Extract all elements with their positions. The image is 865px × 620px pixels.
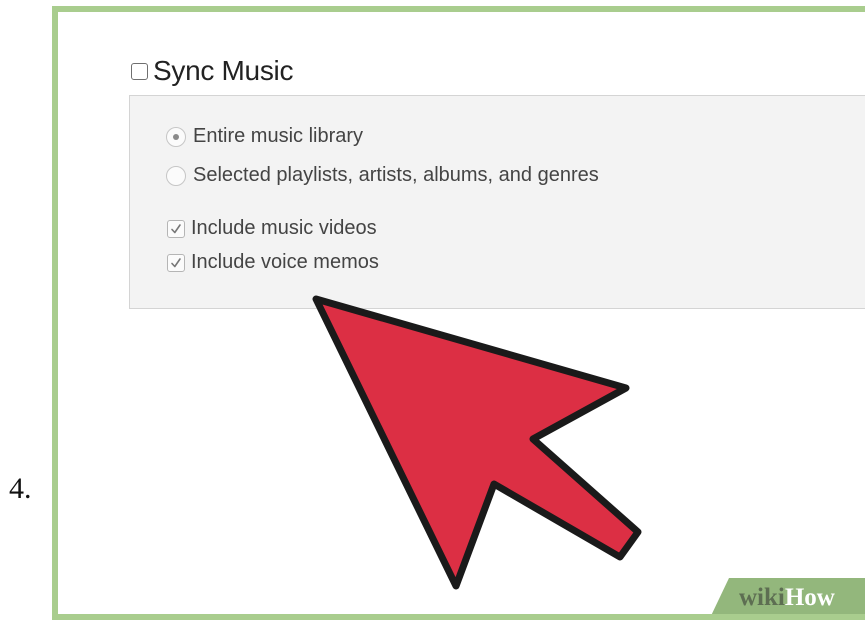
watermark-suffix: How bbox=[784, 584, 835, 611]
watermark-prefix: wiki bbox=[739, 584, 785, 611]
watermark-text: wikiHow bbox=[739, 584, 835, 612]
screenshot-frame: Sync Music Entire music library Selected… bbox=[52, 6, 865, 620]
pointer-arrow-icon bbox=[312, 295, 642, 590]
step-number: 4. bbox=[9, 472, 32, 505]
wikihow-watermark: wikiHow bbox=[709, 578, 865, 614]
